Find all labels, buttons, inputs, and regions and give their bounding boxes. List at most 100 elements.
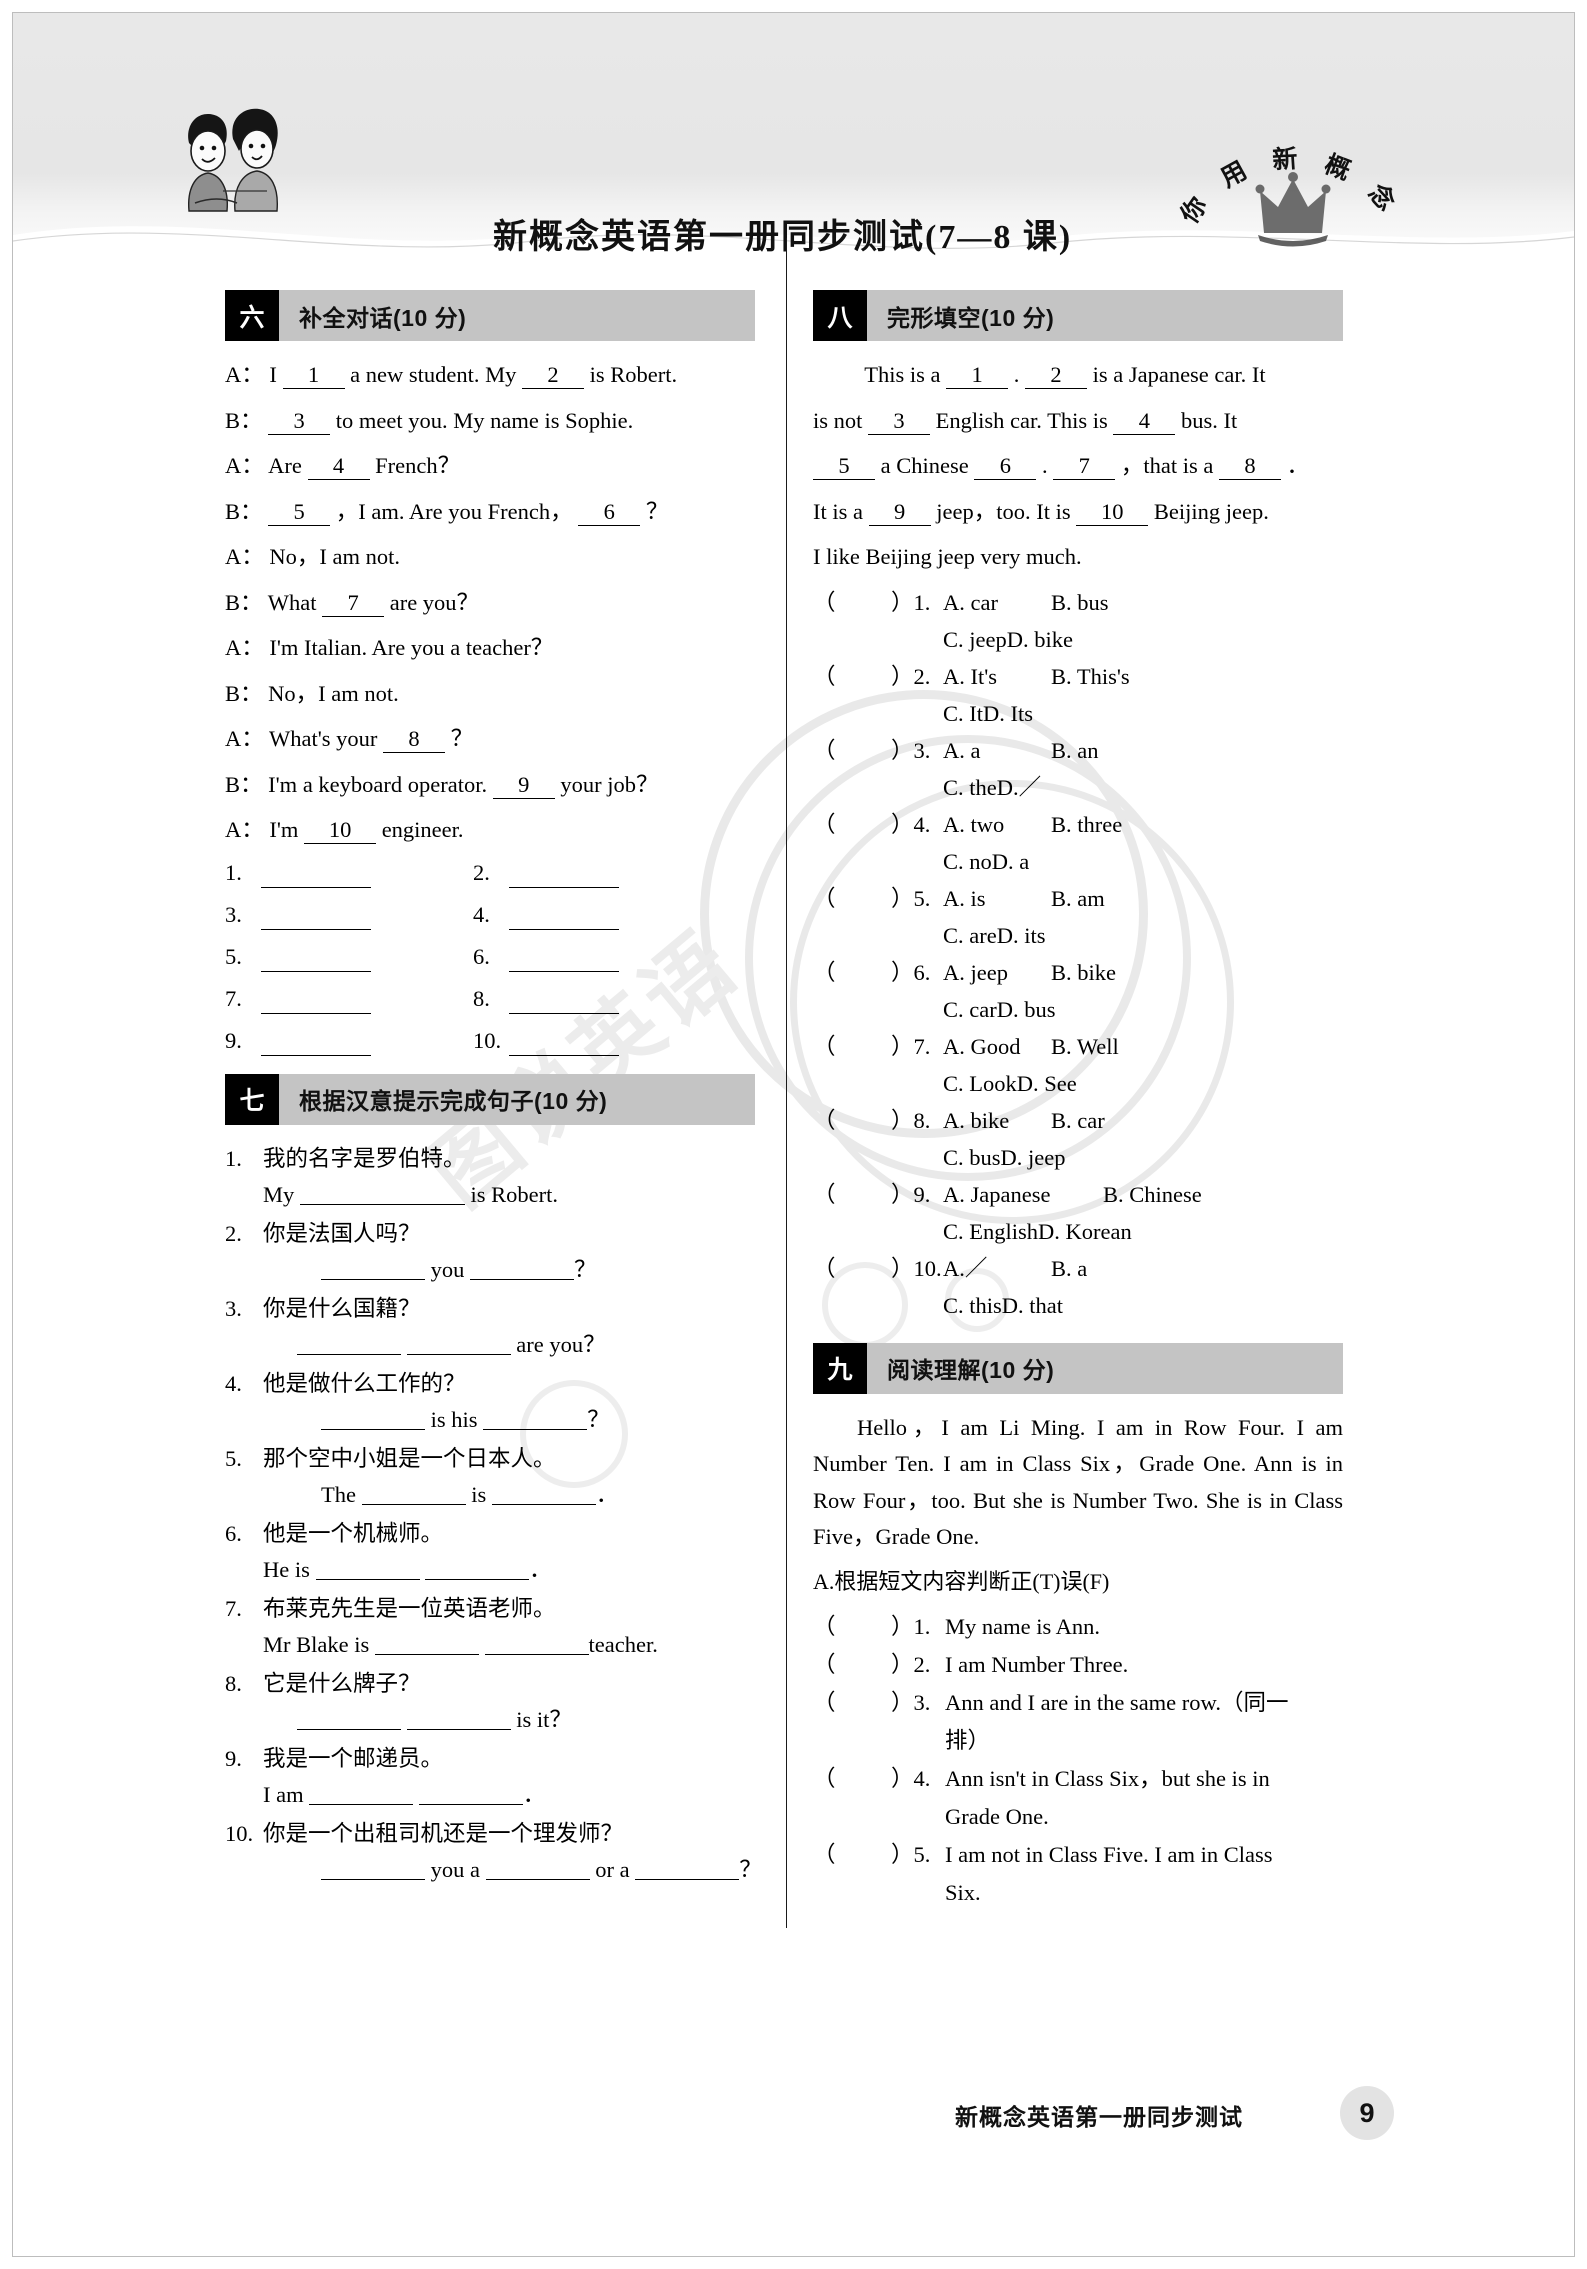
answer-bracket[interactable]: （ bbox=[813, 659, 891, 694]
numbered-blank[interactable]: 3 bbox=[268, 408, 331, 435]
mcq-row[interactable]: （）10.A.／ B. a bbox=[813, 1251, 1343, 1286]
answer-bracket[interactable]: （ bbox=[813, 1177, 891, 1212]
mcq-row[interactable]: （）7. A. Good B. Well bbox=[813, 1029, 1343, 1064]
mcq-option-a[interactable]: A. jeep bbox=[943, 955, 1051, 990]
cloze-questions-list[interactable]: （）1. A. car B. bus C. jeepD. bike （）2. A. It'… bbox=[813, 585, 1343, 1323]
mcq-option-b[interactable]: B. bus bbox=[1051, 585, 1159, 620]
numbered-blank[interactable]: 4 bbox=[307, 453, 370, 480]
answer-bracket[interactable]: （ bbox=[813, 881, 891, 916]
mcq-option-c[interactable]: C. are bbox=[943, 923, 997, 948]
mcq-option-c[interactable]: C. It bbox=[943, 701, 983, 726]
answer-rule[interactable] bbox=[509, 908, 619, 930]
mcq-option-b[interactable]: B. three bbox=[1051, 807, 1159, 842]
answer-rule[interactable] bbox=[299, 1183, 465, 1205]
answer-bracket[interactable]: （ bbox=[813, 955, 891, 990]
mcq-row[interactable]: （）3. A. a B. an bbox=[813, 733, 1343, 768]
true-false-row[interactable]: （）2. I am Number Three. bbox=[813, 1647, 1343, 1682]
answer-rule[interactable] bbox=[315, 1558, 420, 1580]
mcq-row-second[interactable]: C. EnglishD. Korean bbox=[813, 1214, 1343, 1249]
answer-rule[interactable] bbox=[483, 1408, 588, 1430]
numbered-blank[interactable]: 6 bbox=[578, 499, 641, 526]
numbered-blank[interactable]: 7 bbox=[1053, 453, 1116, 480]
mcq-row-second[interactable]: C. busD. jeep bbox=[813, 1140, 1343, 1175]
answer-rule[interactable] bbox=[485, 1858, 590, 1880]
mcq-option-c[interactable]: C. this bbox=[943, 1293, 1002, 1318]
mcq-option-a[interactable]: A. Japanese bbox=[943, 1177, 1103, 1212]
mcq-option-b[interactable]: B. Well bbox=[1051, 1029, 1159, 1064]
mcq-option-c[interactable]: C. jeep bbox=[943, 627, 1007, 652]
mcq-row-second[interactable]: C. areD. its bbox=[813, 918, 1343, 953]
true-false-row[interactable]: （）4. Ann isn't in Class Six，but she is in bbox=[813, 1761, 1343, 1796]
answer-bracket[interactable]: （ bbox=[813, 1103, 891, 1138]
mcq-option-c[interactable]: C. no bbox=[943, 849, 992, 874]
true-false-list[interactable]: （）1. My name is Ann. （）2. I am Number Three… bbox=[813, 1609, 1343, 1910]
mcq-option-d[interactable]: D. bus bbox=[997, 997, 1056, 1022]
answer-rule[interactable] bbox=[484, 1633, 589, 1655]
numbered-blank[interactable]: 9 bbox=[868, 499, 931, 526]
true-false-row[interactable]: （）1. My name is Ann. bbox=[813, 1609, 1343, 1644]
answer-rule[interactable] bbox=[470, 1258, 574, 1280]
mcq-row-second[interactable]: C. ItD. Its bbox=[813, 696, 1343, 731]
numbered-blank[interactable]: 10 bbox=[1076, 499, 1149, 526]
mcq-option-d[interactable]: D. that bbox=[1002, 1293, 1063, 1318]
answer-rule[interactable] bbox=[309, 1783, 414, 1805]
answer-cell[interactable]: 7. bbox=[225, 984, 473, 1014]
answer-rule[interactable] bbox=[261, 1034, 371, 1056]
true-false-row[interactable]: （）3. Ann and I are in the same row.（同一 bbox=[813, 1685, 1343, 1720]
answer-rule[interactable] bbox=[509, 866, 619, 888]
mcq-row-second[interactable]: C. thisD. that bbox=[813, 1288, 1343, 1323]
answer-rule[interactable] bbox=[261, 992, 371, 1014]
answer-rule[interactable] bbox=[321, 1858, 425, 1880]
mcq-option-a[interactable]: A. two bbox=[943, 807, 1051, 842]
numbered-blank[interactable]: 1 bbox=[282, 362, 345, 389]
mcq-row[interactable]: （）9. A. Japanese B. Chinese bbox=[813, 1177, 1343, 1212]
mcq-row[interactable]: （）1. A. car B. bus bbox=[813, 585, 1343, 620]
answer-rule[interactable] bbox=[374, 1633, 479, 1655]
answer-bracket[interactable]: （ bbox=[813, 1685, 891, 1720]
numbered-blank[interactable]: 8 bbox=[383, 726, 445, 753]
numbered-blank[interactable]: 7 bbox=[322, 590, 385, 617]
true-false-row[interactable]: （）5. I am not in Class Five. I am in Clas… bbox=[813, 1837, 1343, 1872]
mcq-row[interactable]: （）6. A. jeep B. bike bbox=[813, 955, 1343, 990]
answer-rule[interactable] bbox=[509, 950, 619, 972]
numbered-blank[interactable]: 5 bbox=[268, 499, 331, 526]
mcq-row[interactable]: （）2. A. It's B. This's bbox=[813, 659, 1343, 694]
answer-rule[interactable] bbox=[425, 1558, 530, 1580]
numbered-blank[interactable]: 8 bbox=[1218, 453, 1281, 480]
answer-rule[interactable] bbox=[261, 908, 371, 930]
mcq-option-b[interactable]: B. This's bbox=[1051, 659, 1159, 694]
mcq-option-b[interactable]: B. a bbox=[1051, 1251, 1159, 1286]
mcq-option-d[interactable]: D. a bbox=[992, 849, 1030, 874]
mcq-option-c[interactable]: C. car bbox=[943, 997, 997, 1022]
mcq-option-a[interactable]: A. a bbox=[943, 733, 1051, 768]
answer-rule[interactable] bbox=[406, 1708, 511, 1730]
answer-rule[interactable] bbox=[261, 950, 371, 972]
mcq-row-second[interactable]: C. jeepD. bike bbox=[813, 622, 1343, 657]
answer-rule[interactable] bbox=[321, 1408, 425, 1430]
answer-rule[interactable] bbox=[321, 1258, 425, 1280]
mcq-option-d[interactable]: D. bike bbox=[1007, 627, 1073, 652]
mcq-option-b[interactable]: B. Chinese bbox=[1103, 1177, 1263, 1212]
mcq-option-c[interactable]: C. the bbox=[943, 775, 997, 800]
answer-rule[interactable] bbox=[418, 1783, 523, 1805]
answer-rule[interactable] bbox=[361, 1483, 466, 1505]
answer-rule[interactable] bbox=[297, 1333, 401, 1355]
mcq-option-b[interactable]: B. bike bbox=[1051, 955, 1159, 990]
mcq-option-d[interactable]: D. Korean bbox=[1038, 1219, 1132, 1244]
answer-cell[interactable]: 3. bbox=[225, 900, 473, 930]
answer-bracket[interactable]: （ bbox=[813, 1609, 891, 1644]
mcq-row[interactable]: （）4. A. two B. three bbox=[813, 807, 1343, 842]
mcq-option-b[interactable]: B. am bbox=[1051, 881, 1159, 916]
numbered-blank[interactable]: 6 bbox=[974, 453, 1037, 480]
mcq-row-second[interactable]: C. carD. bus bbox=[813, 992, 1343, 1027]
answer-rule[interactable] bbox=[261, 866, 371, 888]
mcq-option-d[interactable]: D. See bbox=[1017, 1071, 1077, 1096]
answer-rule[interactable] bbox=[491, 1483, 596, 1505]
numbered-blank[interactable]: 5 bbox=[813, 453, 875, 480]
mcq-option-c[interactable]: C. English bbox=[943, 1219, 1038, 1244]
answer-rule[interactable] bbox=[406, 1333, 511, 1355]
numbered-blank[interactable]: 4 bbox=[1113, 408, 1176, 435]
mcq-option-d[interactable]: D.／ bbox=[997, 775, 1041, 800]
mcq-row-second[interactable]: C. noD. a bbox=[813, 844, 1343, 879]
mcq-option-d[interactable]: D. its bbox=[997, 923, 1046, 948]
